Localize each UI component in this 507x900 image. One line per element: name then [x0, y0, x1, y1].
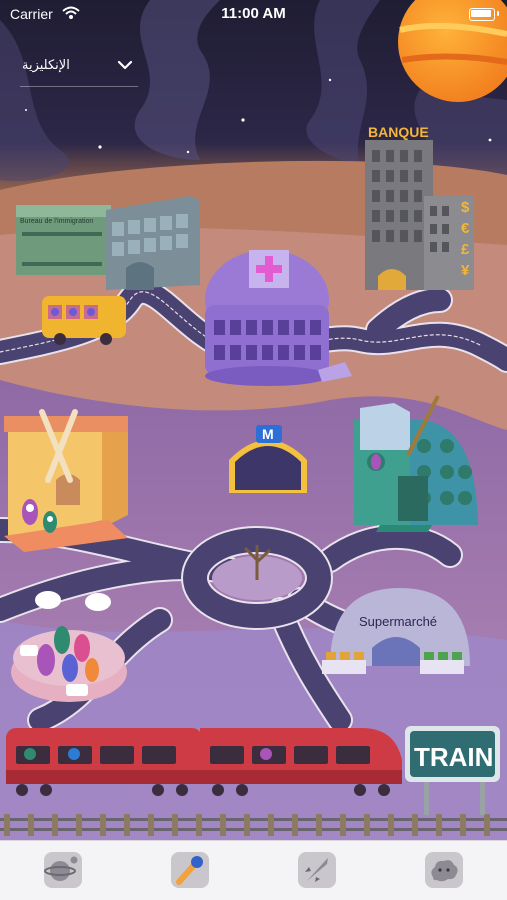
tab-bar: [0, 840, 507, 900]
bank-currency-dollar: $: [461, 199, 470, 216]
metro-sign: M: [262, 426, 274, 442]
bank-currency-yen: ¥: [461, 262, 470, 279]
game-screen: Bureau de l'immigration BANQUE $ € £ ¥ M…: [0, 0, 507, 900]
tab-planet[interactable]: [41, 849, 85, 891]
tab-rocket[interactable]: [295, 849, 339, 891]
city-map-scene: Bureau de l'immigration BANQUE $ € £ ¥ M…: [0, 0, 507, 840]
language-value: الإنكليزية: [22, 58, 70, 73]
immigration-label: Bureau de l'immigration: [20, 218, 93, 225]
school-bus[interactable]: [42, 296, 126, 345]
cloud-face-icon: [425, 852, 463, 888]
planet-icon: [44, 852, 82, 888]
clock: 11:00 AM: [221, 5, 286, 22]
bakery-building[interactable]: [4, 409, 128, 552]
battery-tip: [497, 11, 499, 16]
chevron-down-icon: [117, 60, 133, 70]
status-bar: Carrier 11:00 AM: [0, 0, 507, 28]
bank-currency-euro: €: [461, 220, 470, 237]
train-sign-label: TRAIN: [414, 742, 493, 772]
battery-icon: [469, 8, 495, 21]
bank-currency-pound: £: [461, 241, 470, 258]
language-selector[interactable]: الإنكليزية: [20, 52, 138, 87]
tab-cloud-face[interactable]: [422, 849, 466, 891]
supermarket-sign: Supermarché: [359, 614, 437, 629]
tab-microphone[interactable]: [168, 849, 212, 891]
bank-sign: BANQUE: [368, 124, 429, 140]
rocket-icon: [298, 852, 336, 888]
microphone-icon: [171, 852, 209, 888]
